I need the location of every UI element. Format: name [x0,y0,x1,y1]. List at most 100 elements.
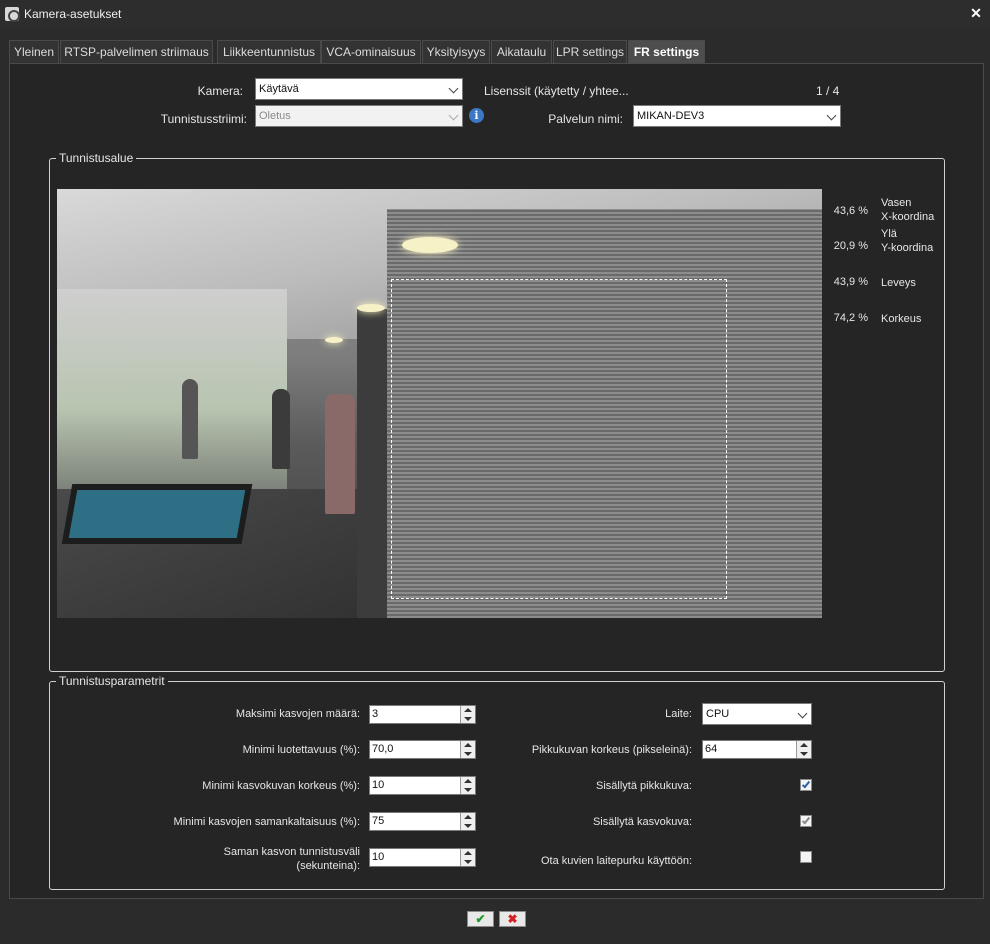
spin-buttons[interactable] [460,849,475,866]
spin-buttons[interactable] [460,777,475,794]
arrow-up-icon[interactable] [800,743,808,747]
thumb-height-stepper[interactable]: 64 [702,740,812,759]
preview-light [325,337,343,343]
cancel-button[interactable]: ✖ [499,911,526,927]
arrow-down-icon[interactable] [800,752,808,756]
check-icon [801,779,811,789]
arrow-up-icon[interactable] [464,708,472,712]
left-x-label-line2: X-koordina [881,211,935,223]
camera-value: Käytävä [259,83,299,95]
detection-params-legend: Tunnistusparametrit [56,674,168,688]
chevron-down-icon [826,110,837,121]
detection-region-rect[interactable] [391,279,727,599]
spin-buttons[interactable] [796,741,811,758]
include-face-label: Sisällytä kasvokuva: [592,816,692,828]
licenses-value: 1 / 4 [816,84,840,98]
min-face-height-stepper[interactable]: 10 [369,776,476,795]
preview-light [402,237,458,253]
service-label: Palvelun nimi: [548,112,623,126]
interval-label-line2: (sekunteina): [296,860,360,872]
arrow-up-icon[interactable] [464,779,472,783]
tab-rtsp-streaming[interactable]: RTSP-palvelimen striimaus [60,40,213,63]
stream-value: Oletus [259,110,291,122]
min-confidence-value: 70,0 [372,743,394,755]
camera-settings-icon [5,7,20,22]
ok-button[interactable]: ✔ [467,911,494,927]
tab-fr-settings[interactable]: FR settings [628,40,705,63]
top-y-value: 20,9 % [833,240,868,252]
left-x-value: 43,6 % [833,205,868,217]
interval-stepper[interactable]: 10 [369,848,476,867]
arrow-down-icon[interactable] [464,860,472,864]
min-confidence-stepper[interactable]: 70,0 [369,740,476,759]
chevron-down-icon [448,83,459,94]
left-x-label: Vasen X-koordina [881,196,934,224]
min-face-height-value: 10 [372,779,385,791]
stream-select: Oletus [255,105,463,127]
arrow-up-icon[interactable] [464,815,472,819]
top-y-label: Ylä Y-koordina [881,227,933,255]
camera-label: Kamera: [197,84,243,98]
interval-label: Saman kasvon tunnistusväli (sekunteina): [120,845,360,873]
interval-label-line1: Saman kasvon tunnistusväli [223,846,360,858]
tab-motion-detection[interactable]: Liikkeentunnistus [217,40,321,63]
max-faces-label: Maksimi kasvojen määrä: [235,708,360,720]
interval-value: 10 [372,851,385,863]
min-similarity-label: Minimi kasvojen samankaltaisuus (%): [173,816,360,828]
service-value: MIKAN-DEV3 [637,110,705,122]
width-value: 43,9 % [833,276,868,288]
window-title: Kamera-asetukset [24,7,122,21]
tab-privacy[interactable]: Yksityisyys [422,40,490,63]
thumb-height-label: Pikkukuvan korkeus (pikseleinä): [531,744,692,756]
chevron-down-icon [448,110,459,121]
service-select[interactable]: MIKAN-DEV3 [633,105,841,127]
preview-person [272,389,290,469]
licenses-label: Lisenssit (käytetty / yhtee... [484,84,629,98]
hw-decode-checkbox[interactable] [800,851,812,863]
min-face-height-label: Minimi kasvokuvan korkeus (%): [202,780,360,792]
include-thumb-checkbox[interactable] [800,779,812,791]
detection-area-legend: Tunnistusalue [56,151,137,165]
top-y-label-line2: Y-koordina [881,242,934,254]
arrow-up-icon[interactable] [464,851,472,855]
spin-buttons[interactable] [460,741,475,758]
min-confidence-label: Minimi luotettavuus (%): [242,744,360,756]
stream-label: Tunnistusstriimi: [160,112,247,126]
arrow-down-icon[interactable] [464,788,472,792]
thumb-height-value: 64 [705,743,718,755]
chevron-down-icon [797,708,808,719]
arrow-up-icon[interactable] [464,743,472,747]
tab-general[interactable]: Yleinen [9,40,59,63]
checkmark-icon: ✔ [475,912,486,926]
hw-decode-label: Ota kuvien laitepurku käyttöön: [540,855,692,867]
height-value: 74,2 % [833,312,868,324]
device-select[interactable]: CPU [702,703,812,725]
title-bar: Kamera-asetukset ✕ [0,0,990,28]
info-icon[interactable]: i [469,108,484,123]
min-similarity-value: 75 [372,815,385,827]
left-x-label-line1: Vasen [881,197,912,209]
device-value: CPU [706,708,730,720]
arrow-down-icon[interactable] [464,752,472,756]
check-icon [801,815,811,825]
width-label: Leveys [881,277,916,289]
arrow-down-icon[interactable] [464,717,472,721]
top-y-label-line1: Ylä [881,228,897,240]
max-faces-value: 3 [372,708,379,720]
device-label: Laite: [665,708,692,720]
tab-vca[interactable]: VCA-ominaisuus [321,40,421,63]
spin-buttons[interactable] [460,706,475,723]
tab-lpr-settings[interactable]: LPR settings [553,40,627,63]
tab-schedule[interactable]: Aikataulu [491,40,552,63]
camera-select[interactable]: Käytävä [255,78,463,100]
min-similarity-stepper[interactable]: 75 [369,812,476,831]
include-face-checkbox[interactable] [800,815,812,827]
preview-person [182,379,198,459]
max-faces-stepper[interactable]: 3 [369,705,476,724]
close-icon[interactable]: ✕ [969,5,983,21]
spin-buttons[interactable] [460,813,475,830]
preview-light [357,304,385,312]
height-label: Korkeus [881,313,922,325]
arrow-down-icon[interactable] [464,824,472,828]
include-thumb-label: Sisällytä pikkukuva: [596,780,692,792]
